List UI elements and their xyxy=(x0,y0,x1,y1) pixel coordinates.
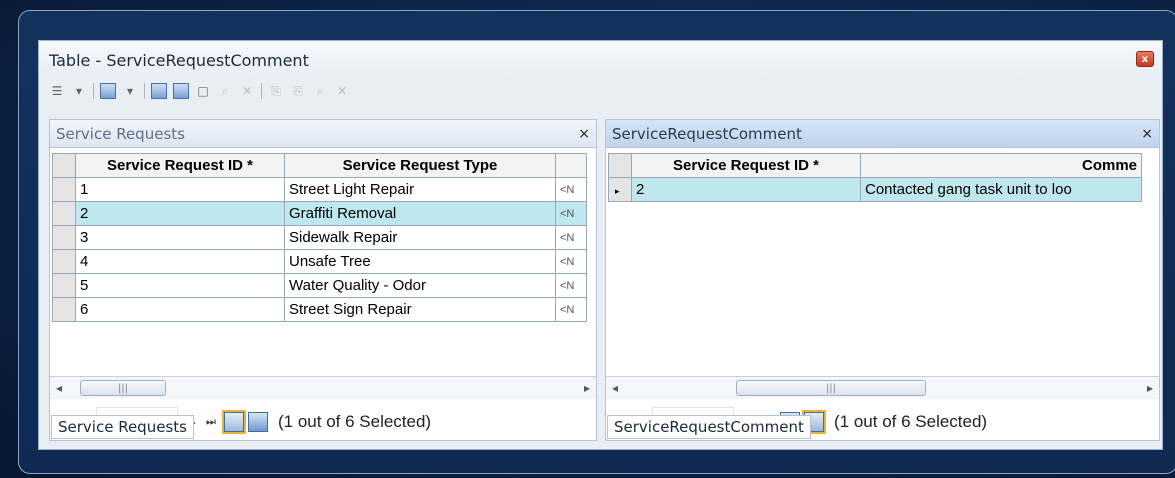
last-record-icon[interactable]: ⏭ xyxy=(202,415,220,429)
title-bar: Table - ServiceRequestComment x xyxy=(39,41,1162,77)
close-window-button[interactable]: x xyxy=(1136,51,1154,67)
cell-id[interactable]: 6 xyxy=(75,297,285,322)
column-header[interactable]: Service Request ID * xyxy=(75,153,285,178)
scroll-right-icon[interactable]: ▸ xyxy=(584,381,590,395)
table-row[interactable]: 3 Sidewalk Repair <N xyxy=(52,225,587,250)
cell-id[interactable]: 5 xyxy=(75,273,285,298)
cell-type[interactable]: Street Sign Repair xyxy=(284,297,556,322)
related-tables-icon[interactable] xyxy=(100,83,116,99)
close-panel-icon[interactable]: × xyxy=(578,126,590,142)
cell-id[interactable]: 3 xyxy=(75,225,285,250)
cell-overflow[interactable]: <N xyxy=(555,177,587,202)
row-selector[interactable] xyxy=(52,297,76,322)
paste-icon[interactable]: ⎘ xyxy=(290,83,306,99)
cell-overflow[interactable]: <N xyxy=(555,201,587,226)
zoom-to-selected-icon[interactable]: ⌕ xyxy=(217,83,233,99)
service-requests-table: Service Request ID * Service Request Typ… xyxy=(52,153,587,322)
tab-service-requests[interactable]: Service Requests xyxy=(51,415,194,439)
clear-selection-icon[interactable]: □ xyxy=(195,83,211,99)
cell-type[interactable]: Unsafe Tree xyxy=(284,249,556,274)
zoom-icon[interactable]: ⌕ xyxy=(312,83,328,99)
service-request-comment-table: Service Request ID * Comme ▸ 2 Contacted… xyxy=(608,153,1142,202)
scrollbar-thumb[interactable]: ||| xyxy=(736,380,926,396)
scrollbar-thumb[interactable]: ||| xyxy=(80,380,166,396)
cell-type[interactable]: Sidewalk Repair xyxy=(284,225,556,250)
tab-service-request-comment[interactable]: ServiceRequestComment xyxy=(607,415,811,439)
horizontal-scrollbar[interactable]: ◂ ||| ▸ xyxy=(50,376,596,399)
toolbar-separator xyxy=(93,83,94,99)
cell-id[interactable]: 2 xyxy=(75,201,285,226)
panel-header: Service Requests × xyxy=(50,120,596,148)
delete-icon[interactable]: ✕ xyxy=(334,83,350,99)
row-selector[interactable] xyxy=(52,249,76,274)
cell-overflow[interactable]: <N xyxy=(555,273,587,298)
table-row[interactable]: ▸ 2 Contacted gang task unit to loo xyxy=(608,177,1142,202)
toolbar-separator xyxy=(261,83,262,99)
table-toolbar: ☰ ▾ ▾ □ ⌕ ✕ ⎘ ⎘ ⌕ ✕ xyxy=(49,81,350,101)
row-selector[interactable] xyxy=(52,177,76,202)
show-all-records-button[interactable] xyxy=(222,410,246,434)
current-row-icon: ▸ xyxy=(615,186,620,196)
row-selector[interactable] xyxy=(52,225,76,250)
row-selector[interactable]: ▸ xyxy=(608,177,632,202)
selection-count: (1 out of 6 Selected) xyxy=(834,412,988,431)
scroll-right-icon[interactable]: ▸ xyxy=(1147,381,1153,395)
close-panel-icon[interactable]: × xyxy=(1141,126,1153,142)
cell-type[interactable]: Graffiti Removal xyxy=(284,201,556,226)
dropdown-icon[interactable]: ▾ xyxy=(71,83,87,99)
cell-overflow[interactable]: <N xyxy=(555,249,587,274)
panel-title: Service Requests xyxy=(56,124,185,143)
cell-id[interactable]: 2 xyxy=(631,177,861,202)
cell-overflow[interactable]: <N xyxy=(555,297,587,322)
column-header[interactable]: Service Request ID * xyxy=(631,153,861,178)
cell-comment[interactable]: Contacted gang task unit to loo xyxy=(860,177,1142,202)
table-row[interactable]: 5 Water Quality - Odor <N xyxy=(52,273,587,298)
table-row[interactable]: 6 Street Sign Repair <N xyxy=(52,297,587,322)
toolbar-separator xyxy=(144,83,145,99)
close-icon: x xyxy=(1141,53,1149,65)
switch-selection-icon[interactable] xyxy=(173,83,189,99)
service-request-comment-panel: ServiceRequestComment × Service Request … xyxy=(605,119,1160,441)
column-header[interactable]: Service Request Type xyxy=(284,153,556,178)
window-title: Table - ServiceRequestComment xyxy=(49,51,309,70)
table-row[interactable]: 2 Graffiti Removal <N xyxy=(52,201,587,226)
dropdown-icon[interactable]: ▾ xyxy=(122,83,138,99)
selection-count: (1 out of 6 Selected) xyxy=(278,412,432,431)
service-requests-panel: Service Requests × Service Request ID * … xyxy=(49,119,597,441)
scroll-left-icon[interactable]: ◂ xyxy=(612,381,618,395)
cell-id[interactable]: 1 xyxy=(75,177,285,202)
row-selector[interactable] xyxy=(52,201,76,226)
horizontal-scrollbar[interactable]: ◂ ||| ▸ xyxy=(606,376,1159,399)
table-options-icon[interactable]: ☰ xyxy=(49,83,65,99)
column-header[interactable]: Comme xyxy=(860,153,1142,178)
panel-header: ServiceRequestComment × xyxy=(606,120,1159,148)
copy-icon[interactable]: ⎘ xyxy=(268,83,284,99)
cell-type[interactable]: Water Quality - Odor xyxy=(284,273,556,298)
scroll-left-icon[interactable]: ◂ xyxy=(56,381,62,395)
table-row[interactable]: 1 Street Light Repair <N xyxy=(52,177,587,202)
select-by-attributes-icon[interactable] xyxy=(151,83,167,99)
row-selector[interactable] xyxy=(52,273,76,298)
row-header-corner[interactable] xyxy=(52,153,76,178)
row-header-corner[interactable] xyxy=(608,153,632,178)
table-row[interactable]: 4 Unsafe Tree <N xyxy=(52,249,587,274)
panel-title: ServiceRequestComment xyxy=(612,124,802,143)
cell-type[interactable]: Street Light Repair xyxy=(284,177,556,202)
show-selected-records-button[interactable] xyxy=(248,412,268,432)
cell-overflow[interactable]: <N xyxy=(555,225,587,250)
delete-selected-icon[interactable]: ✕ xyxy=(239,83,255,99)
cell-id[interactable]: 4 xyxy=(75,249,285,274)
table-window: Table - ServiceRequestComment x ☰ ▾ ▾ □ … xyxy=(38,40,1163,450)
column-header-overflow[interactable] xyxy=(555,153,587,178)
